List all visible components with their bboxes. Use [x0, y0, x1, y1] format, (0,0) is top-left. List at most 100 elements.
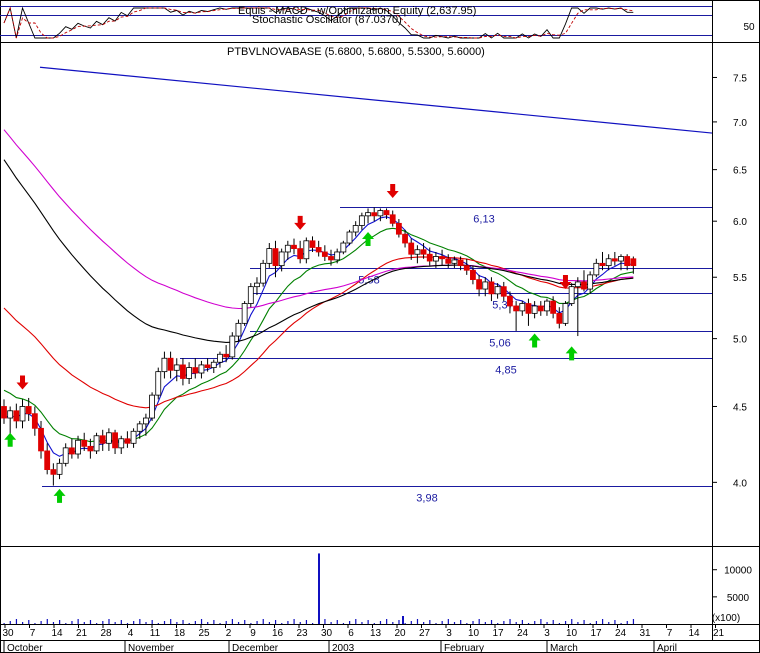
y-tick-label: 5.5 [733, 273, 747, 284]
volume-bar [83, 622, 85, 624]
buy-arrow-icon [362, 232, 375, 247]
volume-bar [299, 622, 301, 624]
volume-bar [423, 622, 425, 624]
candle [463, 258, 470, 275]
volume-bar [71, 621, 73, 624]
y-tick-label: 5.0 [733, 335, 747, 346]
candle [62, 443, 69, 467]
candle-body [581, 281, 587, 290]
volume-bar [626, 621, 628, 624]
candle-body [470, 269, 476, 280]
candle [25, 397, 32, 421]
candle [346, 229, 353, 246]
candle-body [31, 413, 38, 429]
volume-bar [324, 619, 326, 624]
candle [217, 351, 223, 368]
candle [593, 258, 600, 278]
candle [260, 259, 267, 287]
candle-body [81, 439, 88, 447]
volume-bar [176, 622, 178, 624]
volume-bar [34, 623, 36, 624]
candle [340, 240, 347, 255]
horizontal-level-label: 4,85 [495, 365, 516, 377]
volume-bar [133, 621, 135, 624]
volume-bar [126, 623, 129, 624]
candle-body [229, 335, 236, 358]
x-tick-label: 7 [667, 628, 673, 639]
volume-tick-label: 10000 [724, 566, 752, 577]
volume-bar [349, 621, 351, 624]
candle-body [38, 427, 44, 452]
sell-arrow-icon [386, 183, 399, 198]
candle-body [377, 210, 384, 217]
volume-bar [225, 621, 227, 624]
volume-bar [608, 622, 610, 624]
candle-body [309, 240, 316, 248]
candle [272, 240, 279, 278]
x-tick-label: 24 [615, 628, 627, 639]
candle-body [451, 259, 458, 264]
candle-body [223, 353, 230, 358]
volume-bar [231, 619, 233, 624]
volume-bar [40, 621, 42, 624]
x-tick-label: 10 [468, 628, 480, 639]
candle-body [7, 410, 14, 419]
sell-arrow-icon [16, 375, 29, 390]
volume-bar [447, 619, 449, 624]
volume-bar [386, 619, 388, 624]
oscillator-tick-label: 50 [743, 22, 755, 33]
volume-bar [151, 620, 153, 624]
candle-body [457, 259, 464, 267]
candle-body [531, 305, 538, 314]
candle-body [346, 231, 353, 244]
volume-bar [410, 621, 412, 624]
volume-bar [398, 620, 400, 624]
month-label: December [232, 643, 279, 653]
volume-bar [342, 623, 345, 624]
volume-bar [250, 623, 252, 624]
volume-bar [157, 623, 159, 624]
volume-bar [65, 623, 67, 624]
candle [155, 367, 162, 400]
candle [161, 351, 168, 379]
candle [266, 243, 273, 268]
candle-body [624, 256, 631, 267]
candle-body [525, 303, 532, 314]
candle-body [247, 286, 254, 304]
x-tick-label: 17 [492, 628, 504, 639]
volume-bar [546, 622, 548, 624]
volume-bar [632, 619, 635, 624]
horizontal-level-label: 5,06 [489, 338, 510, 350]
candle [556, 307, 563, 329]
price-title: PTBVLNOVABASE (5.6800, 5.6800, 5.5300, 5… [227, 46, 485, 58]
candle-body [50, 469, 57, 475]
candle-body [87, 445, 94, 452]
month-label: November [128, 643, 175, 653]
buy-arrow-icon [4, 432, 17, 447]
candle-body [136, 423, 143, 432]
x-tick-label: 14 [51, 628, 63, 639]
volume-bar [244, 620, 246, 624]
volume-bar [213, 620, 215, 624]
candle-body [402, 233, 408, 244]
horizontal-level-label: 5,58 [358, 275, 379, 287]
candle [624, 254, 631, 271]
candle [186, 362, 193, 384]
candle-body [352, 225, 359, 233]
candle-body [605, 258, 612, 267]
candle-body [75, 439, 81, 455]
y-tick-label: 6.0 [733, 217, 747, 228]
candle-body [414, 249, 421, 255]
candle-body [260, 262, 267, 284]
candle [439, 249, 445, 266]
candle-body [371, 212, 378, 217]
y-tick-label: 4.5 [733, 402, 747, 413]
volume-bar [435, 623, 437, 624]
horizontal-level-label: 3,98 [416, 493, 437, 505]
moving-average-medium-line [3, 227, 634, 443]
candle [223, 345, 230, 363]
candle-body [574, 281, 581, 288]
candle [618, 254, 624, 271]
candle-body [568, 286, 575, 304]
candle-body [482, 281, 489, 290]
